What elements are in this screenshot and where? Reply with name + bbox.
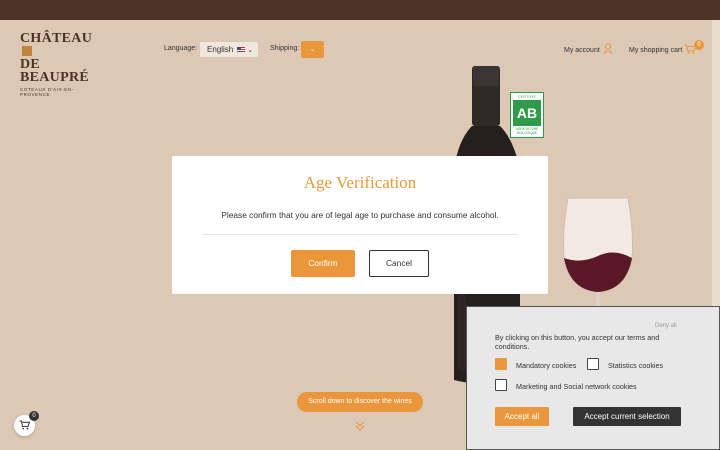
badge-mark: AB [513, 100, 541, 126]
modal-message: Please confirm that you are of legal age… [221, 210, 499, 220]
my-account-link[interactable]: My account [564, 47, 600, 54]
us-flag-icon [237, 47, 246, 53]
scroll-down-button[interactable]: Scroll down to discover the wines [297, 392, 423, 412]
language-select[interactable]: English ⌄ [199, 41, 259, 58]
site-logo[interactable]: CHÂTEAU DE BEAUPRÉ COTEAUX D'AIX-EN-PROV… [20, 31, 100, 98]
shipping-select[interactable]: ⌄ [301, 41, 324, 58]
accept-all-button[interactable]: Accept all [495, 407, 549, 426]
chevron-down-icon: ⌄ [247, 47, 254, 54]
cancel-button[interactable]: Cancel [369, 250, 429, 277]
cookie-consent-panel: Deny all By clicking on this button, you… [466, 306, 720, 450]
cart-count-badge: 0 [694, 40, 704, 50]
accept-selection-button[interactable]: Accept current selection [573, 407, 681, 426]
logo-emblem-icon [22, 46, 32, 56]
mandatory-cookies-checkbox[interactable] [495, 358, 507, 370]
logo-tagline: COTEAUX D'AIX-EN-PROVENCE [20, 87, 74, 97]
statistics-cookies-checkbox[interactable] [587, 358, 599, 370]
logo-line-1: CHÂTEAU [20, 31, 93, 46]
modal-title: Age Verification [303, 173, 417, 192]
user-icon[interactable] [603, 43, 613, 54]
confirm-button[interactable]: Confirm [291, 250, 355, 277]
language-label: Language: [164, 45, 198, 52]
modal-divider [202, 234, 518, 235]
cookie-text: By clicking on this button, you accept o… [495, 333, 660, 351]
badge-top-text: CERTIFIÉ [517, 95, 537, 99]
shopping-cart-link[interactable]: My shopping cart [629, 47, 682, 54]
statistics-cookies-label: Statistics cookies [608, 361, 664, 370]
deny-all-link[interactable]: Deny all [655, 323, 677, 329]
badge-bottom-text-2: BIOLOGIQUE [516, 131, 537, 135]
shipping-label: Shipping: [270, 45, 300, 52]
mandatory-cookies-label: Mandatory cookies [516, 361, 577, 370]
marketing-cookies-checkbox[interactable] [495, 379, 507, 391]
cart-icon [19, 420, 30, 430]
double-chevron-down-icon[interactable] [354, 420, 366, 432]
language-value: English [207, 45, 234, 54]
wine-glass-image [563, 197, 633, 312]
age-verification-modal: Age Verification Please confirm that you… [172, 156, 548, 294]
organic-certification-badge: CERTIFIÉ AB AGRICULTURE BIOLOGIQUE [510, 92, 544, 138]
logo-line-2: DE BEAUPRÉ [20, 57, 89, 85]
floating-cart-count: 0 [29, 411, 39, 421]
marketing-cookies-label: Marketing and Social network cookies [516, 382, 637, 391]
chevron-down-icon: ⌄ [309, 46, 316, 53]
